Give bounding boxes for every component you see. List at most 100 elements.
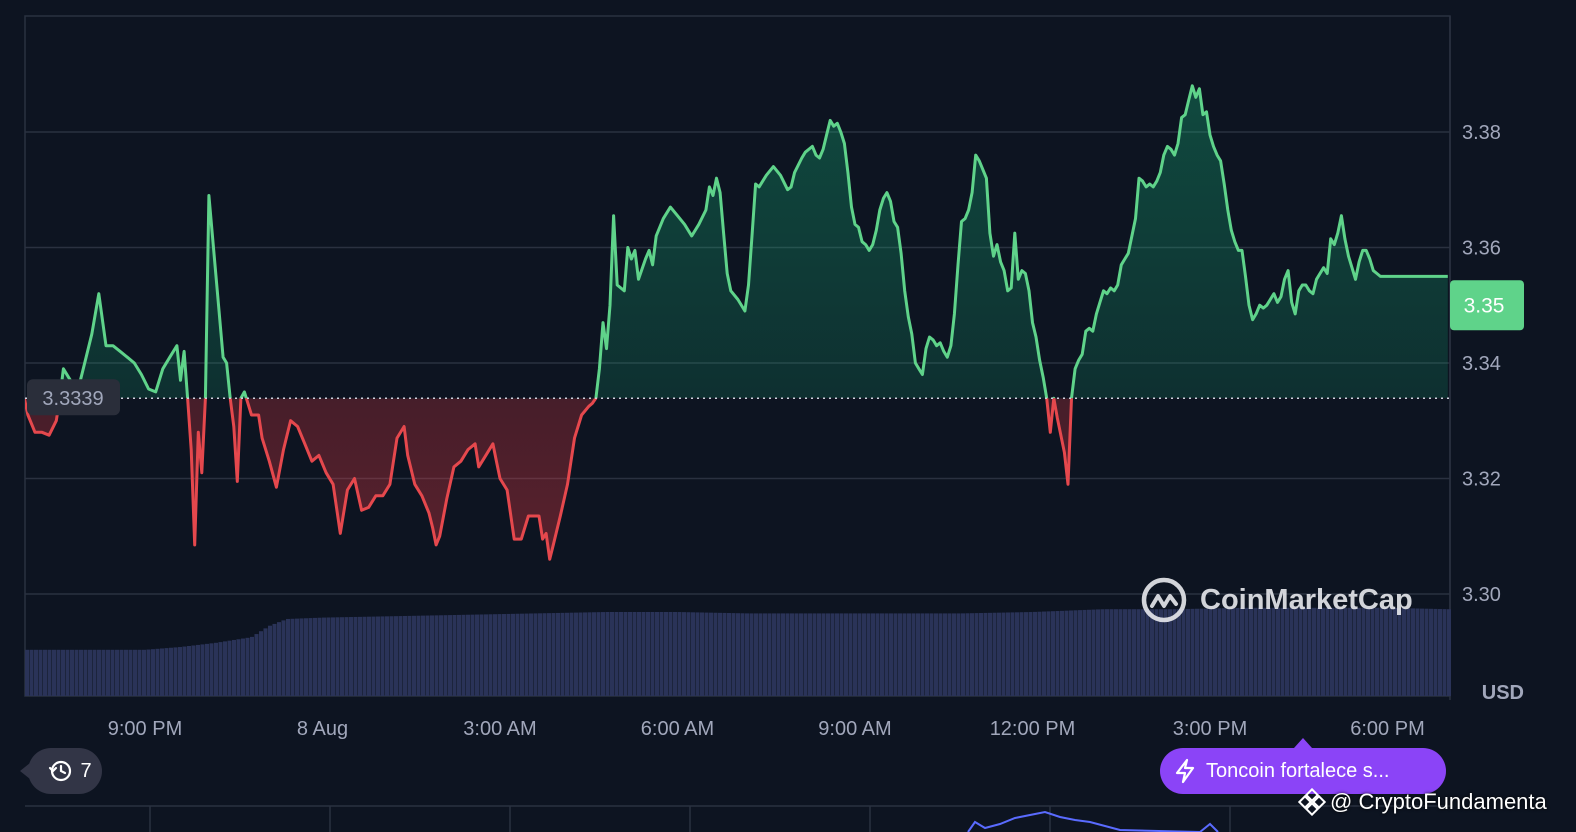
volume-bar — [344, 617, 349, 696]
y-tick-label-2: 3.34 — [1462, 353, 1501, 375]
y-tick-label-0: 3.30 — [1462, 584, 1501, 606]
volume-bar — [619, 612, 623, 696]
volume-bar — [92, 649, 97, 696]
volume-bar — [362, 616, 367, 696]
volume-bar — [731, 613, 736, 696]
volume-bar — [974, 613, 979, 696]
volume-bar — [34, 649, 38, 696]
volume-bar — [875, 613, 880, 696]
volume-bar — [430, 615, 434, 696]
volume-bar — [151, 649, 155, 696]
volume-bar — [1096, 609, 1100, 696]
volume-bar — [673, 612, 677, 696]
volume-bar — [551, 613, 556, 696]
news-pointer — [1294, 738, 1312, 748]
volume-bar — [889, 613, 893, 696]
volume-bar — [308, 618, 313, 696]
volume-bar — [992, 612, 997, 696]
volume-bar — [623, 612, 628, 696]
volume-bar — [205, 643, 209, 696]
volume-bar — [209, 643, 214, 696]
volume-bar — [371, 616, 376, 696]
volume-bar — [421, 615, 425, 696]
volume-bar — [574, 612, 578, 696]
volume-bar — [245, 637, 250, 696]
price-chart[interactable]: 3.3339 3.30 3.32 3.34 3.36 3.38 9:00 PM 8 Aug… — [0, 0, 1576, 832]
volume-bar — [686, 612, 691, 696]
history-button[interactable]: 7 — [20, 748, 102, 794]
volume-bar — [979, 613, 983, 696]
volume-bar — [749, 613, 754, 696]
volume-bar — [1082, 609, 1087, 696]
volume-bar — [470, 614, 475, 696]
volume-bar — [304, 618, 308, 696]
volume-bar — [920, 613, 925, 696]
volume-bar — [367, 616, 371, 696]
volume-bar — [448, 615, 452, 696]
volume-bar — [79, 649, 83, 696]
coinmarketcap-icon — [1141, 577, 1187, 623]
x-axis-ticks: 9:00 PM 8 Aug 3:00 AM 6:00 AM 9:00 AM 12:00 P… — [108, 718, 1425, 740]
volume-bar — [52, 649, 56, 696]
volume-bar — [911, 613, 916, 696]
volume-bar — [25, 649, 29, 696]
volume-bar — [781, 613, 785, 696]
volume-bar — [1042, 611, 1046, 696]
volume-bar — [281, 620, 286, 696]
volume-bar — [844, 613, 848, 696]
volume-bar — [43, 649, 47, 696]
volume-bar — [1132, 609, 1136, 696]
volume-bar — [110, 649, 115, 696]
volume-bar — [1024, 612, 1028, 696]
volume-bar — [484, 614, 488, 696]
volume-bar — [497, 614, 502, 696]
volume-bar — [929, 613, 934, 696]
volume-bar — [326, 617, 331, 696]
x-tick-label-7: 6:00 PM — [1350, 718, 1424, 740]
volume-bar — [434, 615, 439, 696]
volume-bar — [70, 649, 74, 696]
volume-bar — [452, 614, 457, 696]
volume-bar — [1447, 609, 1451, 696]
volume-bar — [178, 647, 182, 696]
volume-bar — [1006, 612, 1010, 696]
volume-bar — [794, 613, 799, 696]
volume-bar — [848, 613, 853, 696]
volume-bar — [902, 613, 907, 696]
volume-bar — [1019, 612, 1024, 696]
volume-bar — [560, 612, 565, 696]
volume-bar — [155, 648, 160, 696]
volume-bar — [1033, 611, 1037, 696]
volume-bar — [74, 649, 79, 696]
volume-bar — [1001, 612, 1006, 696]
volume-bar — [146, 649, 151, 696]
volume-bar — [394, 616, 398, 696]
volume-bar — [803, 613, 808, 696]
volume-bar — [232, 639, 236, 696]
volume-bar — [169, 647, 173, 696]
volume-bar — [227, 640, 232, 696]
volume-bar — [956, 613, 961, 696]
volume-bar — [655, 612, 659, 696]
volume-bar — [272, 623, 277, 696]
volume-bar — [1438, 609, 1442, 696]
volume-bar — [745, 613, 749, 696]
x-tick-label-3: 6:00 AM — [641, 718, 714, 740]
volume-bar — [961, 613, 965, 696]
volume-bar — [578, 612, 583, 696]
volume-bar — [983, 612, 988, 696]
volume-bar — [358, 616, 362, 696]
volume-bar — [29, 649, 34, 696]
svg-text:3.35: 3.35 — [1464, 294, 1505, 317]
volume-bar — [1109, 609, 1114, 696]
volume-bar — [250, 636, 254, 696]
volume-bar — [677, 612, 682, 696]
volume-bar — [133, 649, 137, 696]
volume-bar — [376, 616, 380, 696]
volume-bar — [592, 612, 596, 696]
volume-bar — [223, 641, 227, 696]
volume-bar — [925, 613, 929, 696]
volume-bar — [605, 612, 610, 696]
volume-bar — [1127, 609, 1132, 696]
volume-bar — [1415, 608, 1420, 696]
